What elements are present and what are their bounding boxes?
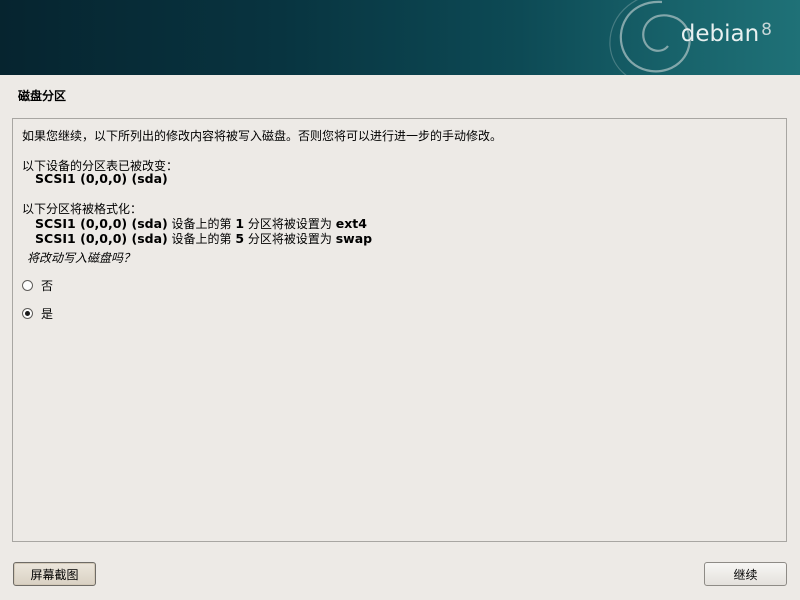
option-no[interactable]: 否 bbox=[22, 277, 53, 294]
format-item-tail: 分区将被设置为 bbox=[244, 232, 336, 246]
brand-logo: debian 8 bbox=[681, 20, 772, 47]
option-yes-label: 是 bbox=[41, 307, 54, 321]
format-item-number: 5 bbox=[235, 231, 245, 246]
format-item-device: SCSI1 (0,0,0) (sda) bbox=[35, 231, 168, 246]
question-text: 将改动写入磁盘吗？ bbox=[27, 251, 136, 265]
content-panel: 如果您继续，以下所列出的修改内容将被写入磁盘。否则您将可以进行进一步的手动修改。… bbox=[12, 118, 787, 542]
brand-name: debian bbox=[680, 21, 760, 47]
radio-yes[interactable] bbox=[22, 308, 33, 319]
option-yes[interactable]: 是 bbox=[22, 305, 53, 322]
format-item-tail: 分区将被设置为 bbox=[244, 217, 336, 231]
brand-version: 8 bbox=[761, 20, 772, 40]
screenshot-button[interactable]: 屏幕截图 bbox=[13, 562, 96, 586]
continue-button[interactable]: 继续 bbox=[704, 562, 787, 586]
format-item-number: 1 bbox=[235, 216, 245, 231]
format-item-fs: ext4 bbox=[335, 216, 367, 231]
format-item-middle: 设备上的第 bbox=[167, 232, 236, 246]
header-banner: debian 8 bbox=[0, 0, 800, 75]
format-item-device: SCSI1 (0,0,0) (sda) bbox=[35, 216, 168, 231]
format-item: SCSI1 (0,0,0) (sda) 设备上的第 5 分区将被设置为 swap bbox=[35, 230, 372, 247]
option-no-label: 否 bbox=[41, 279, 54, 293]
radio-no[interactable] bbox=[22, 280, 33, 291]
partition-table-device: SCSI1 (0,0,0) (sda) bbox=[35, 171, 168, 186]
format-item-middle: 设备上的第 bbox=[167, 217, 236, 231]
intro-text: 如果您继续，以下所列出的修改内容将被写入磁盘。否则您将可以进行进一步的手动修改。 bbox=[22, 129, 503, 143]
format-item-fs: swap bbox=[335, 231, 373, 246]
page-title: 磁盘分区 bbox=[18, 89, 67, 103]
